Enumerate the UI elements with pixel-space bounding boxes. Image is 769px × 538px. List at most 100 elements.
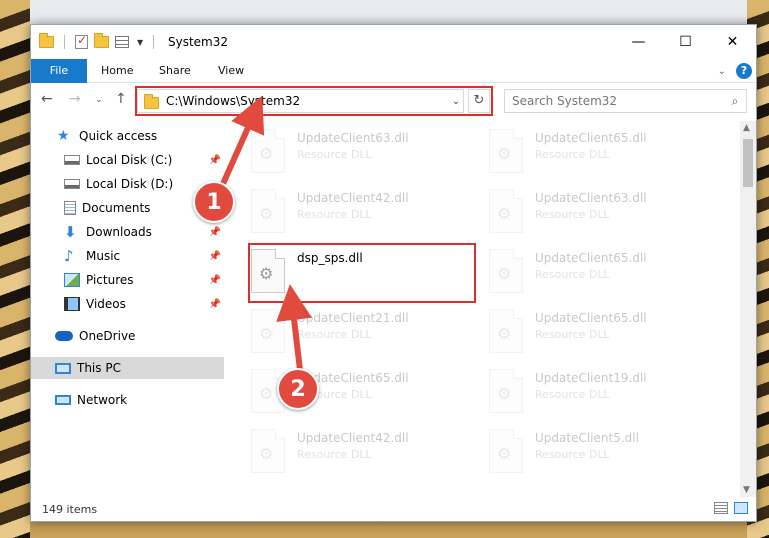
quick-access-toolbar: ▼ (39, 33, 158, 49)
gear-icon: ⚙ (259, 144, 274, 163)
tab-home[interactable]: Home (101, 59, 133, 83)
folder-icon (39, 33, 54, 48)
file-item[interactable]: ⚙ UpdateClient65.dll Resource DLL (489, 307, 719, 363)
file-name: UpdateClient63.dll (535, 191, 647, 205)
sidebar-item-network[interactable]: Network (31, 389, 224, 411)
item-count: 149 items (42, 502, 98, 516)
sidebar-item-label: Local Disk (C:) (86, 153, 173, 167)
divider (153, 35, 155, 49)
back-arrow-icon[interactable]: ← (41, 91, 53, 107)
desktop-background-left (0, 0, 30, 538)
customize-icon[interactable] (115, 36, 129, 48)
sidebar-item-label: OneDrive (79, 329, 136, 343)
new-folder-icon[interactable] (94, 33, 109, 48)
dll-file-icon: ⚙ (251, 129, 285, 173)
maximize-button[interactable]: ☐ (662, 25, 709, 59)
documents-icon (64, 201, 76, 215)
sidebar-item-label: Local Disk (D:) (86, 177, 174, 191)
file-type: Resource DLL (297, 208, 372, 221)
file-type: Resource DLL (535, 448, 610, 461)
navigation-bar: ← → ⌄ ↑ C:\Windows\System32 ⌄ ↻ ⌕ (31, 83, 756, 117)
annotation-marker-2: 2 (277, 368, 319, 410)
dll-file-icon: ⚙ (251, 309, 285, 353)
dll-file-icon: ⚙ (489, 309, 523, 353)
navigation-pane: ★ Quick access Local Disk (C:) 📌 Local D… (31, 125, 224, 495)
file-item[interactable]: ⚙ UpdateClient5.dll Resource DLL (489, 427, 719, 483)
search-input[interactable] (512, 94, 724, 108)
pin-icon[interactable]: 📌 (209, 227, 221, 238)
sidebar-item-music[interactable]: ♪ Music 📌 (31, 245, 224, 267)
gear-icon: ⚙ (497, 444, 512, 463)
sidebar-item-quick-access[interactable]: ★ Quick access (31, 125, 224, 147)
dll-file-icon: ⚙ (251, 429, 285, 473)
drive-icon (64, 179, 80, 189)
annotation-marker-1: 1 (193, 181, 235, 223)
this-pc-icon (55, 362, 71, 374)
minimize-button[interactable]: — (615, 25, 662, 59)
file-name: UpdateClient5.dll (535, 431, 639, 445)
close-button[interactable]: ✕ (709, 25, 756, 59)
qa-dropdown-icon[interactable]: ▼ (137, 38, 143, 47)
properties-check-icon[interactable] (75, 33, 88, 49)
onedrive-icon (55, 331, 73, 341)
dll-file-icon: ⚙ (489, 249, 523, 293)
file-name: UpdateClient65.dll (535, 311, 647, 325)
file-item[interactable]: ⚙ UpdateClient21.dll Resource DLL (251, 307, 481, 363)
sidebar-item-this-pc[interactable]: This PC (31, 357, 224, 379)
file-item[interactable]: ⚙ UpdateClient42.dll Resource DLL (251, 427, 481, 483)
file-explorer-window: ▼ System32 — ☐ ✕ File Home Share View ⌄ … (30, 24, 757, 522)
tab-share[interactable]: Share (159, 59, 191, 83)
dll-file-icon: ⚙ (489, 429, 523, 473)
file-item[interactable]: ⚙ UpdateClient63.dll Resource DLL (251, 127, 481, 183)
title-bar: ▼ System32 — ☐ ✕ (31, 25, 756, 59)
large-icons-view-icon[interactable] (734, 502, 748, 514)
file-name: UpdateClient21.dll (297, 311, 409, 325)
expand-ribbon-chevron-icon[interactable]: ⌄ (718, 66, 726, 77)
scrollbar-thumb[interactable] (743, 139, 753, 187)
tab-file[interactable]: File (31, 59, 87, 83)
vertical-scrollbar[interactable]: ▲ ▼ (740, 121, 756, 497)
pin-icon[interactable]: 📌 (209, 275, 221, 286)
search-icon[interactable]: ⌕ (724, 94, 746, 109)
dll-file-icon: ⚙ (251, 189, 285, 233)
scroll-up-arrow-icon[interactable]: ▲ (743, 123, 750, 133)
address-highlight-box (135, 86, 493, 116)
file-item[interactable]: ⚙ UpdateClient65.dll Resource DLL (489, 247, 719, 303)
dll-file-icon: ⚙ (489, 129, 523, 173)
file-list: ⚙ UpdateClient63.dll Resource DLL ⚙ Updat… (241, 121, 741, 493)
file-highlight-box (248, 243, 476, 303)
gear-icon: ⚙ (259, 444, 274, 463)
sidebar-item-pictures[interactable]: Pictures 📌 (31, 269, 224, 291)
sidebar-item-onedrive[interactable]: OneDrive (31, 325, 224, 347)
file-type: Resource DLL (535, 328, 610, 341)
file-item[interactable]: ⚙ UpdateClient63.dll Resource DLL (489, 187, 719, 243)
search-box[interactable]: ⌕ (504, 89, 747, 113)
file-item[interactable]: ⚙ UpdateClient19.dll Resource DLL (489, 367, 719, 423)
pin-icon[interactable]: 📌 (209, 155, 221, 166)
window-controls: — ☐ ✕ (615, 25, 756, 59)
drive-icon (64, 155, 80, 165)
details-view-icon[interactable] (714, 502, 728, 514)
dll-file-icon: ⚙ (489, 189, 523, 233)
file-name: UpdateClient42.dll (297, 191, 409, 205)
tab-view[interactable]: View (218, 59, 244, 83)
sidebar-item-local-disk-c[interactable]: Local Disk (C:) 📌 (31, 149, 224, 171)
scroll-down-arrow-icon[interactable]: ▼ (743, 485, 750, 495)
forward-arrow-icon[interactable]: → (69, 91, 81, 107)
sidebar-item-downloads[interactable]: ⬇ Downloads 📌 (31, 221, 224, 243)
gear-icon: ⚙ (497, 204, 512, 223)
file-item[interactable]: ⚙ UpdateClient65.dll Resource DLL (489, 127, 719, 183)
pin-icon[interactable]: 📌 (209, 299, 221, 310)
file-type: Resource DLL (535, 148, 610, 161)
recent-locations-chevron-icon[interactable]: ⌄ (95, 95, 103, 105)
help-icon[interactable]: ? (736, 63, 752, 79)
sidebar-item-label: Downloads (86, 225, 152, 239)
file-item[interactable]: ⚙ UpdateClient42.dll Resource DLL (251, 187, 481, 243)
sidebar-item-videos[interactable]: Videos 📌 (31, 293, 224, 315)
up-arrow-icon[interactable]: ↑ (115, 91, 127, 107)
gear-icon: ⚙ (497, 144, 512, 163)
pin-icon[interactable]: 📌 (209, 251, 221, 262)
videos-icon (64, 297, 80, 311)
gear-icon: ⚙ (497, 384, 512, 403)
gear-icon: ⚙ (497, 264, 512, 283)
